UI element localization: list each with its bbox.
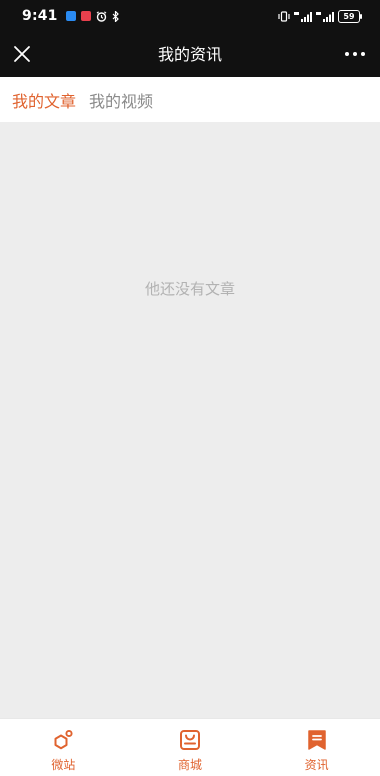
content-area: 他还没有文章 — [0, 122, 380, 718]
bottom-nav-label: 资讯 — [304, 758, 329, 772]
status-right: 59 — [278, 9, 362, 23]
battery-indicator: 59 — [338, 9, 362, 23]
header-bar: 我的资讯 — [0, 32, 380, 77]
status-bar: 9:41 59 — [0, 0, 380, 32]
app-notification-icon — [80, 11, 91, 21]
bluetooth-icon — [112, 10, 119, 22]
signal-4g-icon — [294, 11, 312, 22]
hexagon-node-icon — [54, 729, 73, 750]
bottom-nav-mall[interactable]: 商城 — [127, 719, 254, 776]
bottom-nav-label: 商城 — [178, 758, 203, 772]
page-title: 我的资讯 — [157, 45, 222, 64]
alarm-icon — [96, 10, 107, 22]
vibrate-icon — [278, 10, 290, 22]
more-options-icon[interactable] — [344, 44, 366, 64]
empty-state-message: 他还没有文章 — [144, 280, 235, 298]
signal-5g-icon — [316, 11, 334, 22]
status-left: 9:41 — [22, 8, 120, 24]
bookmark-news-icon — [307, 730, 326, 750]
status-time: 9:41 — [22, 8, 58, 24]
tab-my-videos[interactable]: 我的视频 — [89, 88, 153, 112]
content-tabs: 我的文章 我的视频 — [0, 77, 380, 122]
bottom-nav-microsite[interactable]: 微站 — [0, 719, 127, 776]
bottom-navigation: 微站 商城 资讯 — [0, 718, 380, 776]
bottom-nav-label: 微站 — [51, 758, 76, 772]
app-notification-icon — [65, 11, 76, 21]
shopping-bag-icon — [180, 730, 200, 750]
bottom-nav-news[interactable]: 资讯 — [253, 719, 380, 776]
tab-my-articles[interactable]: 我的文章 — [12, 88, 76, 112]
